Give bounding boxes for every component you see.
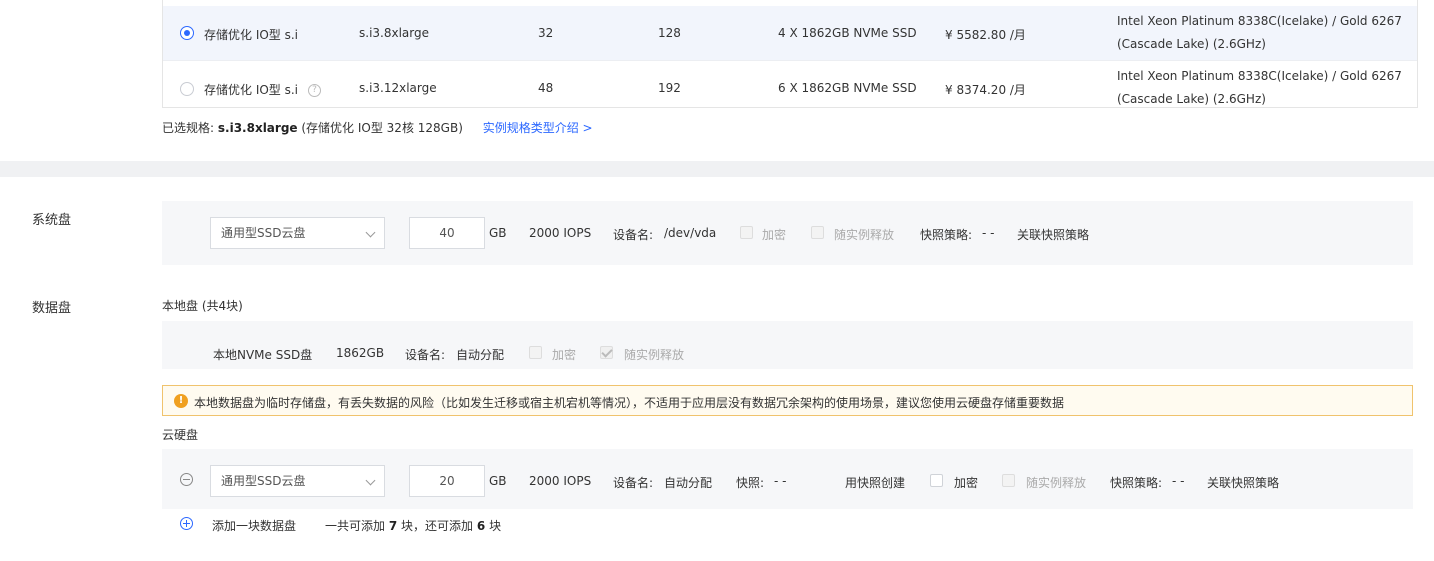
local-encrypt-label: 加密	[552, 348, 577, 362]
instance-cpu-model: Intel Xeon Platinum 8338C(Icelake) / Gol…	[1117, 69, 1402, 106]
local-disk-panel: 本地NVMe SSD盘 1862GB 设备名: 自动分配 加密 随实例释放	[162, 321, 1413, 369]
instance-family: 存储优化 IO型 s.i?	[204, 81, 322, 98]
help-icon[interactable]: ?	[308, 84, 322, 97]
instance-spec: s.i3.8xlarge	[359, 26, 429, 40]
cloud-disk-snapshot-value: - -	[774, 474, 787, 488]
cloud-disk-type-select[interactable]: 通用型SSD云盘	[210, 465, 385, 497]
selected-spec-prefix: 已选规格:	[162, 121, 215, 135]
data-disk-label: 数据盘	[32, 301, 72, 316]
local-disk-size: 1862GB	[336, 346, 385, 360]
warning-text: 本地数据盘为临时存储盘，有丢失数据的风险（比如发生迁移或宿主机宕机等情况），不适…	[194, 396, 1065, 410]
local-disk-title: 本地盘 (共4块)	[162, 299, 243, 313]
system-disk-panel: 通用型SSD云盘 40 GB 2000 IOPS 设备名: /dev/vda 加…	[162, 201, 1413, 265]
cloud-snapshot-policy-value: - -	[1172, 474, 1185, 488]
cloud-disk-device: 自动分配	[664, 476, 713, 490]
instance-local-disk: 6 X 1862GB NVMe SSD	[778, 81, 917, 95]
system-disk-device: /dev/vda	[664, 226, 717, 240]
chevron-down-icon	[365, 227, 376, 238]
chevron-down-icon	[365, 475, 376, 486]
encrypt-label: 加密	[762, 228, 787, 242]
local-encrypt-checkbox[interactable]	[529, 346, 542, 359]
cloud-disk-iops: 2000 IOPS	[529, 474, 592, 488]
radio-unselected-icon[interactable]	[180, 82, 194, 96]
cloud-release-label: 随实例释放	[1026, 476, 1087, 490]
selected-spec-name: s.i3.8xlarge	[217, 121, 298, 135]
instance-price: ¥ 5582.80 /月	[945, 28, 1026, 42]
local-disk-type: 本地NVMe SSD盘	[213, 348, 313, 362]
selected-spec: 已选规格: s.i3.8xlarge (存储优化 IO型 32核 128GB) …	[162, 119, 593, 136]
cloud-disk-size-input[interactable]: 20	[409, 465, 485, 497]
quota-suffix: 块	[489, 519, 502, 533]
add-disk-icon[interactable]	[180, 517, 193, 530]
system-disk-label: 系统盘	[32, 213, 72, 228]
cloud-snapshot-policy-label: 快照策略:	[1110, 476, 1163, 490]
system-disk-device-label: 设备名:	[613, 228, 654, 242]
system-disk-type-select[interactable]: 通用型SSD云盘	[210, 217, 385, 249]
local-disk-warning: ! 本地数据盘为临时存储盘，有丢失数据的风险（比如发生迁移或宿主机宕机等情况），…	[162, 385, 1413, 416]
release-with-instance-checkbox[interactable]	[811, 226, 824, 239]
snapshot-policy-label: 快照策略:	[920, 228, 973, 242]
disk-quota-text: 一共可添加 7 块，还可添加 6 块	[325, 517, 501, 534]
cloud-disk-type-value: 通用型SSD云盘	[221, 474, 306, 488]
remove-disk-icon[interactable]	[180, 473, 193, 486]
instance-vcpu: 32	[538, 26, 554, 40]
instance-type-intro-link[interactable]: 实例规格类型介绍 >	[483, 121, 593, 135]
local-disk-device-label: 设备名:	[405, 348, 446, 362]
instance-row[interactable]: 存储优化 IO型 s.i? s.i3.12xlarge 48 192 6 X 1…	[163, 61, 1417, 108]
instance-cpu-model: Intel Xeon Platinum 8338C(Icelake) / Gol…	[1117, 14, 1402, 51]
create-from-snapshot-link[interactable]: 用快照创建	[845, 474, 905, 491]
instance-vcpu: 48	[538, 81, 554, 95]
instance-row-selected[interactable]: 存储优化 IO型 s.i s.i3.8xlarge 32 128 4 X 186…	[163, 6, 1417, 61]
link-snapshot-policy-link[interactable]: 关联快照策略	[1017, 226, 1089, 243]
local-disk-device: 自动分配	[456, 348, 505, 362]
local-release-label: 随实例释放	[624, 348, 685, 362]
local-release-checkbox[interactable]	[600, 346, 613, 359]
warning-icon: !	[174, 394, 188, 408]
system-disk-size-input[interactable]: 40	[409, 217, 485, 249]
encrypt-checkbox[interactable]	[740, 226, 753, 239]
cloud-disk-device-label: 设备名:	[613, 476, 654, 490]
snapshot-policy-value: - -	[982, 226, 995, 240]
cloud-disk-snapshot-label: 快照:	[736, 476, 765, 490]
cloud-disk-title: 云硬盘	[162, 428, 199, 442]
selected-spec-detail: (存储优化 IO型 32核 128GB)	[301, 121, 463, 135]
system-disk-iops: 2000 IOPS	[529, 226, 592, 240]
cloud-encrypt-checkbox[interactable]	[930, 474, 943, 487]
instance-spec-table: 存储优化 IO型 s.i s.i3.8xlarge 32 128 4 X 186…	[162, 0, 1418, 108]
cloud-link-snapshot-policy-link[interactable]: 关联快照策略	[1207, 474, 1279, 491]
cloud-disk-unit: GB	[489, 474, 507, 488]
instance-spec: s.i3.12xlarge	[359, 81, 437, 95]
instance-price: ¥ 8374.20 /月	[945, 83, 1026, 97]
instance-family: 存储优化 IO型 s.i	[204, 28, 299, 42]
release-with-instance-label: 随实例释放	[834, 228, 895, 242]
quota-total: 7	[388, 519, 398, 533]
cloud-release-checkbox[interactable]	[1002, 474, 1015, 487]
quota-mid: 块，还可添加	[401, 519, 474, 533]
instance-local-disk: 4 X 1862GB NVMe SSD	[778, 26, 917, 40]
cloud-encrypt-label: 加密	[954, 476, 979, 490]
instance-memory: 128	[658, 26, 681, 40]
section-divider	[0, 161, 1434, 177]
add-data-disk-link[interactable]: 添加一块数据盘	[212, 517, 296, 534]
quota-prefix: 一共可添加	[325, 519, 386, 533]
system-disk-unit: GB	[489, 226, 507, 240]
radio-selected-icon[interactable]	[180, 26, 194, 40]
quota-left: 6	[476, 519, 486, 533]
instance-memory: 192	[658, 81, 681, 95]
cloud-disk-panel: 通用型SSD云盘 20 GB 2000 IOPS 设备名: 自动分配 快照: -…	[162, 449, 1413, 509]
system-disk-type-value: 通用型SSD云盘	[221, 226, 306, 240]
